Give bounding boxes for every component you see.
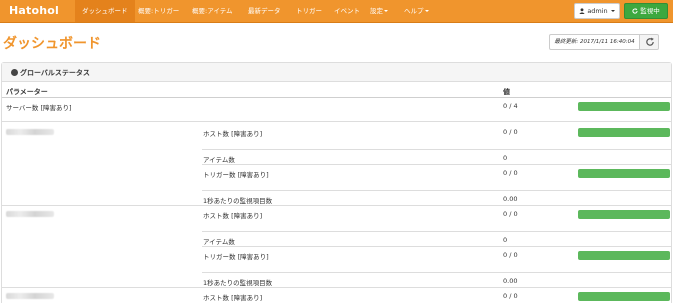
- item-count-label: アイテム数: [203, 156, 235, 164]
- user-name: admin: [587, 7, 608, 15]
- last-updated-text: 最終更新: 2017/1/11 16:40:04: [549, 34, 640, 50]
- user-menu-button[interactable]: admin: [574, 3, 620, 19]
- refresh-icon: [632, 7, 638, 14]
- item-count-value: 0: [503, 154, 508, 162]
- monitoring-toggle-button[interactable]: 監視中: [624, 3, 668, 19]
- nav-help-label: ヘルプ: [404, 7, 424, 15]
- server-name-redacted: [6, 211, 54, 217]
- column-header-parameter: パラメーター: [6, 88, 48, 96]
- status-bar: [578, 251, 670, 260]
- trigger-count-label: トリガー数 [障害あり]: [203, 171, 269, 179]
- row-divider: [202, 190, 671, 191]
- host-count-label: ホスト数 [障害あり]: [203, 294, 263, 302]
- items-per-second-value: 0.00: [503, 195, 518, 203]
- chevron-down-icon: [610, 10, 615, 12]
- status-bar: [578, 169, 670, 178]
- row-divider: [202, 231, 671, 232]
- panel-heading: グローバルステータス: [2, 63, 671, 82]
- page-title: ダッシュボード: [3, 36, 101, 52]
- status-bar: [578, 102, 670, 111]
- server-name-redacted: [6, 293, 54, 299]
- monitoring-label: 監視中: [640, 7, 660, 15]
- globe-icon: [11, 68, 18, 76]
- row-divider: [202, 164, 671, 165]
- host-count-value: 0 / 0: [503, 210, 518, 218]
- trigger-count-value: 0 / 0: [503, 251, 518, 259]
- status-bar: [578, 128, 670, 137]
- user-icon: [579, 7, 585, 14]
- nav-settings-label: 設定: [370, 7, 383, 15]
- status-bar: [578, 210, 670, 219]
- nav-events[interactable]: イベント: [334, 0, 360, 22]
- summary-value: 0 / 4: [503, 102, 518, 110]
- row-divider: [202, 272, 671, 273]
- trigger-count-value: 0 / 0: [503, 169, 518, 177]
- nav-latest-data[interactable]: 最新データ: [248, 0, 281, 22]
- panel-title-text: グローバルステータス: [20, 69, 90, 77]
- row-divider: [202, 149, 671, 150]
- nav-help[interactable]: ヘルプ: [404, 0, 429, 22]
- refresh-icon: [646, 37, 654, 46]
- refresh-button[interactable]: [639, 34, 659, 50]
- chevron-down-icon: [424, 10, 429, 12]
- status-bar: [578, 292, 670, 301]
- item-count-value: 0: [503, 236, 508, 244]
- nav-dashboard[interactable]: ダッシュボード: [75, 0, 135, 22]
- items-per-second-label: 1秒あたりの監視項目数: [203, 197, 273, 205]
- server-name-redacted: [6, 129, 54, 135]
- row-divider: [202, 246, 671, 247]
- header-divider: [2, 97, 671, 98]
- panel-title: グローバルステータス: [11, 68, 90, 78]
- host-count-value: 0 / 0: [503, 292, 518, 300]
- navbar: Hatohol ダッシュボード 概要:トリガー 概要:アイテム 最新データ トリ…: [0, 0, 673, 23]
- row-divider: [2, 205, 671, 206]
- trigger-count-label: トリガー数 [障害あり]: [203, 253, 269, 261]
- nav-triggers[interactable]: トリガー: [296, 0, 322, 22]
- nav-settings[interactable]: 設定: [370, 0, 388, 22]
- items-per-second-value: 0.00: [503, 277, 518, 285]
- host-count-label: ホスト数 [障害あり]: [203, 130, 263, 138]
- nav-overview-triggers[interactable]: 概要:トリガー: [138, 0, 179, 22]
- brand-logo[interactable]: Hatohol: [9, 4, 59, 17]
- host-count-value: 0 / 0: [503, 128, 518, 136]
- global-status-panel: グローバルステータス パラメーター 値 サーバー数 [障害あり] 0 / 4 ホ…: [1, 62, 672, 303]
- column-header-value: 値: [503, 88, 510, 96]
- nav-overview-items[interactable]: 概要:アイテム: [192, 0, 233, 22]
- host-count-label: ホスト数 [障害あり]: [203, 212, 263, 220]
- row-divider: [2, 287, 671, 288]
- summary-label: サーバー数 [障害あり]: [6, 104, 72, 112]
- row-divider: [2, 121, 671, 122]
- items-per-second-label: 1秒あたりの監視項目数: [203, 279, 273, 287]
- chevron-down-icon: [384, 10, 388, 12]
- item-count-label: アイテム数: [203, 238, 235, 246]
